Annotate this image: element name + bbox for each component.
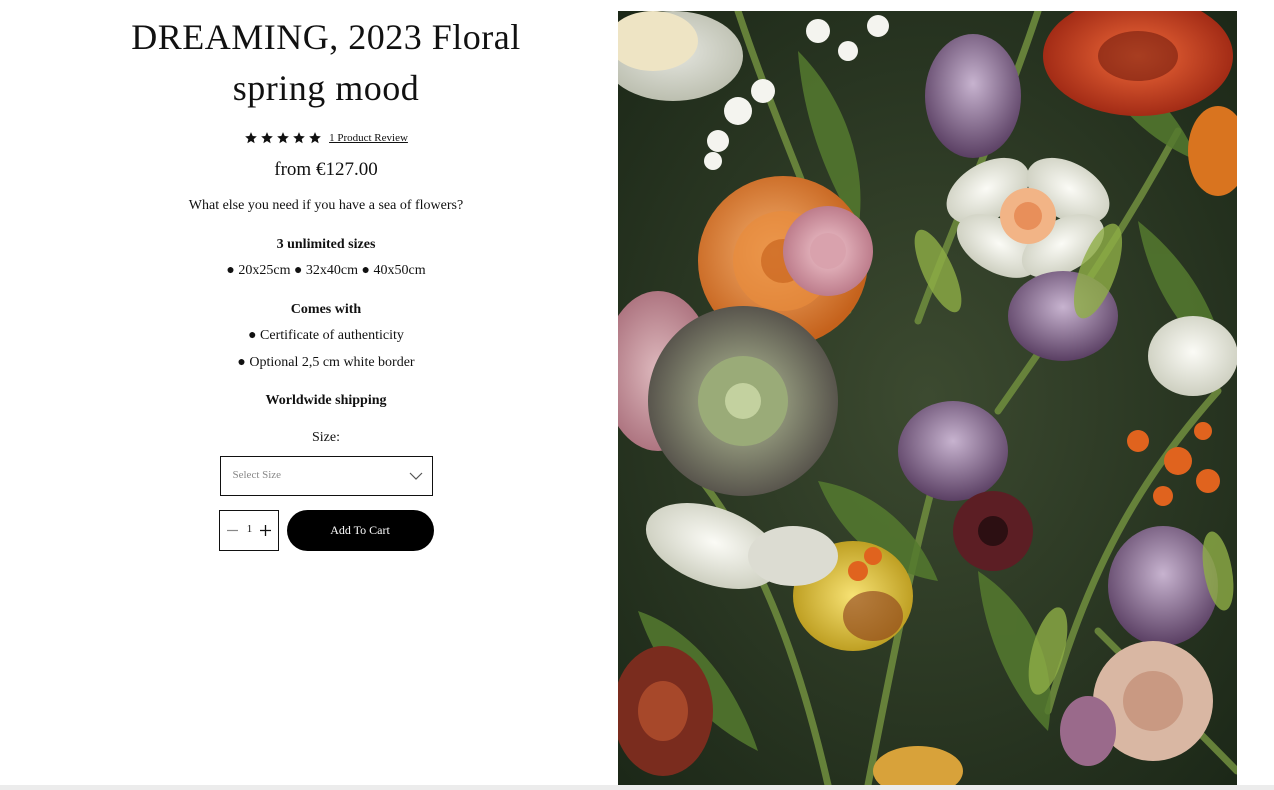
- product-info: DREAMING, 2023 Floral spring mood 1 Prod…: [110, 0, 542, 551]
- shipping-heading: Worldwide shipping: [265, 393, 387, 408]
- bottom-divider: [0, 785, 1274, 790]
- star-icon: [261, 132, 273, 144]
- add-to-cart-button[interactable]: Add To Cart: [286, 510, 434, 551]
- sizes-heading: 3 unlimited sizes: [276, 237, 376, 252]
- rating-row: 1 Product Review: [110, 129, 542, 147]
- star-icon: [309, 132, 321, 144]
- floral-artwork: [618, 11, 1237, 785]
- product-review-link[interactable]: 1 Product Review: [329, 132, 408, 144]
- quantity-value[interactable]: 1: [220, 523, 280, 535]
- size-select-placeholder: Select Size: [232, 469, 282, 481]
- comes-with-item: ● Optional 2,5 cm white border: [237, 355, 415, 370]
- chevron-down-icon: [409, 472, 422, 480]
- size-label: Size:: [312, 430, 340, 445]
- product-price: from €127.00: [274, 159, 378, 180]
- rating-stars: [244, 131, 322, 145]
- star-icon: [245, 132, 257, 144]
- star-icon: [277, 132, 289, 144]
- sizes-list: ● 20x25cm ● 32x40cm ● 40x50cm: [226, 263, 426, 278]
- comes-with-heading: Comes with: [290, 302, 362, 317]
- comes-with-item: ● Certificate of authenticity: [248, 328, 404, 343]
- product-image[interactable]: [618, 11, 1237, 785]
- quantity-stepper: 1: [218, 510, 280, 551]
- star-icon: [293, 132, 305, 144]
- size-select[interactable]: Select Size: [219, 456, 433, 496]
- buy-row: 1 Add To Cart: [218, 510, 434, 551]
- product-description: What else you need if you have a sea of …: [188, 198, 464, 213]
- product-title: DREAMING, 2023 Floral spring mood: [131, 17, 521, 108]
- plus-icon[interactable]: [259, 525, 271, 536]
